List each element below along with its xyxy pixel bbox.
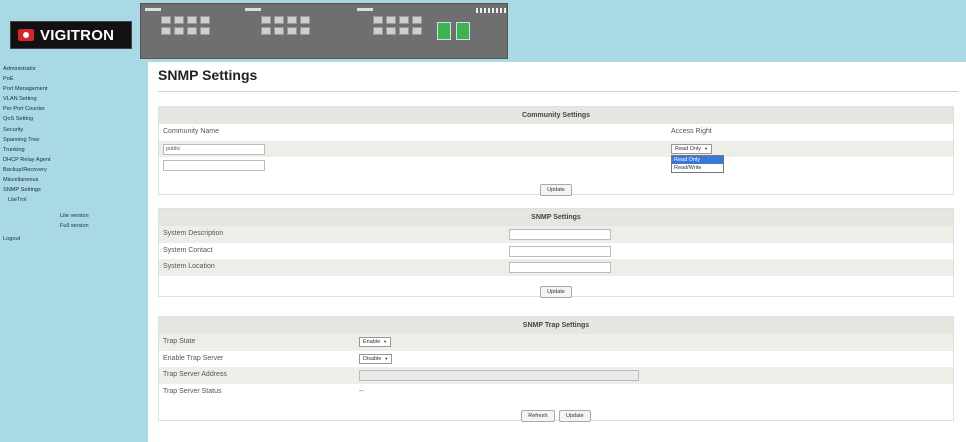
sidebar-item-security[interactable]: Security xyxy=(0,125,148,135)
logo-text: VIGITRON xyxy=(40,26,115,44)
system-description-input[interactable] xyxy=(509,229,611,240)
sidebar-item-administrator[interactable]: Administrator xyxy=(0,64,148,74)
trap-server-status-label: Trap Server Status xyxy=(163,387,222,395)
system-description-label: System Description xyxy=(163,230,224,237)
snmp-trap-settings-section: SNMP Trap Settings Trap State Enable ▼ En… xyxy=(158,316,954,422)
page-title: SNMP Settings xyxy=(158,67,258,83)
vigitron-logo: VIGITRON xyxy=(10,21,132,49)
trap-server-status-row: Trap Server Status -- xyxy=(159,384,953,401)
sfp-port-2 xyxy=(456,22,470,40)
col-access-right: Access Right xyxy=(671,128,712,135)
sidebar-subitem-lite-version[interactable]: Lite version xyxy=(0,211,148,221)
trap-state-row: Trap State Enable ▼ xyxy=(159,334,953,351)
sidebar-item-dhcp-relay[interactable]: DHCP Relay Agent xyxy=(0,155,148,165)
community-name-input[interactable] xyxy=(163,160,265,171)
col-community-name: Community Name xyxy=(163,128,220,135)
chevron-down-icon: ▼ xyxy=(384,355,389,361)
chevron-down-icon: ▼ xyxy=(704,145,708,151)
trap-refresh-button[interactable]: Refresh xyxy=(521,410,555,422)
system-contact-input[interactable] xyxy=(509,245,611,257)
port-group-2 xyxy=(261,16,310,35)
sidebar-item-port-management[interactable]: Port Management xyxy=(0,84,148,94)
community-row: public Read Only ▼ xyxy=(159,140,953,157)
sidebar-item-poe[interactable]: PoE xyxy=(0,74,148,84)
sidebar-item-backup-recovery[interactable]: Backup/Recovery xyxy=(0,165,148,175)
trap-state-label: Trap State xyxy=(163,338,196,345)
sidebar-item-per-port-counter[interactable]: Per Port Counter xyxy=(0,104,148,114)
system-contact-label: System Contact xyxy=(163,246,213,254)
trap-server-address-row: Trap Server Address xyxy=(159,367,953,384)
system-contact-row: System Contact xyxy=(159,243,953,260)
sidebar-item-spanning-tree[interactable]: Spanning Tree xyxy=(0,135,148,145)
community-name-input[interactable]: public xyxy=(163,143,265,155)
snmp-settings-heading: SNMP Settings xyxy=(159,209,953,226)
trap-buttons-row: Refresh Update xyxy=(159,400,953,422)
dropdown-option-read-only[interactable]: Read Only xyxy=(672,156,723,164)
port-group-1 xyxy=(161,16,210,35)
title-divider xyxy=(158,91,958,92)
snmp-update-row: Update xyxy=(159,276,953,298)
trap-server-address-input[interactable] xyxy=(359,370,639,381)
community-settings-heading: Community Settings xyxy=(159,107,953,124)
system-location-label: System Location xyxy=(163,263,215,270)
chevron-down-icon: ▼ xyxy=(383,339,388,344)
snmp-trap-settings-heading: SNMP Trap Settings xyxy=(159,317,953,334)
system-description-row: System Description xyxy=(159,226,953,243)
trap-server-status-value: -- xyxy=(359,387,364,395)
sidebar-subitem-full-version[interactable]: Full version xyxy=(0,221,148,231)
dropdown-option-read-write[interactable]: Read/Write xyxy=(672,164,723,172)
sfp-port-1 xyxy=(437,22,451,40)
trap-server-address-label: Trap Server Address xyxy=(163,371,227,378)
sidebar-item-trunking[interactable]: Trunking xyxy=(0,145,148,155)
switch-front-panel-image xyxy=(140,3,508,59)
sidebar-item-miscellaneous[interactable]: Miscellaneous xyxy=(0,175,148,185)
status-leds xyxy=(476,8,506,13)
sidebar-item-logout[interactable]: Logout xyxy=(0,234,148,244)
enable-trap-server-select[interactable]: Disable ▼ xyxy=(359,353,393,364)
port-group-3 xyxy=(373,16,422,35)
community-row xyxy=(159,157,953,174)
trap-state-select[interactable]: Enable ▼ xyxy=(359,337,392,347)
sidebar-item-litetrol[interactable]: LiteTrol xyxy=(0,195,148,205)
sidebar-item-snmp-settings[interactable]: SNMP Settings xyxy=(0,185,148,195)
header-bar: VIGITRON xyxy=(0,0,966,62)
trap-update-button[interactable]: Update xyxy=(558,410,591,422)
system-location-input[interactable] xyxy=(509,262,611,273)
access-right-select[interactable]: Read Only ▼ xyxy=(671,143,712,154)
snmp-update-button[interactable]: Update xyxy=(540,285,572,298)
access-right-dropdown-list: Read Only Read/Write xyxy=(671,155,724,173)
sidebar-item-qos-setting[interactable]: QoS Setting xyxy=(0,114,148,124)
community-settings-section: Community Settings Community Name Access… xyxy=(158,106,954,196)
enable-trap-server-row: Enable Trap Server Disable ▼ xyxy=(159,351,953,368)
sidebar-nav: Administrator PoE Port Management VLAN S… xyxy=(0,62,148,442)
sidebar-item-vlan-setting[interactable]: VLAN Setting xyxy=(0,94,148,104)
system-location-row: System Location xyxy=(159,259,953,276)
snmp-settings-section: SNMP Settings System Description System … xyxy=(158,208,954,298)
community-update-button[interactable]: Update xyxy=(540,183,572,196)
community-update-row: Update xyxy=(159,174,953,196)
logo-mark-icon xyxy=(18,29,34,41)
community-header-row: Community Name Access Right xyxy=(159,124,953,141)
enable-trap-server-label: Enable Trap Server xyxy=(163,354,224,362)
